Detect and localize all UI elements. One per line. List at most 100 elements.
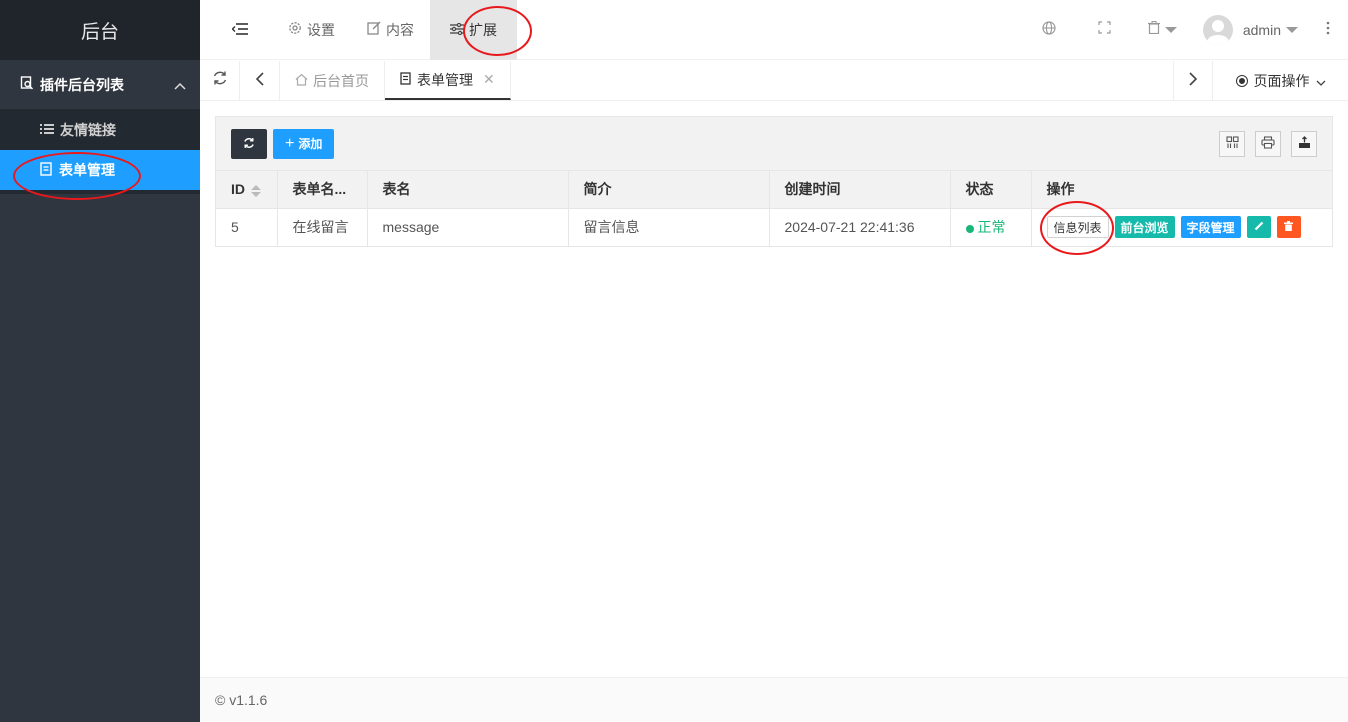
edit-button[interactable]: [1246, 216, 1271, 239]
plus-icon: +: [285, 134, 295, 152]
main-content: + 添加 ID 表单名... 表名 简介 创建时间 状态 操作 5 在线留言 m…: [200, 101, 1348, 676]
chevron-right-icon: [1188, 70, 1198, 91]
nav-content[interactable]: 内容: [351, 0, 430, 60]
more-button[interactable]: [1308, 0, 1348, 60]
sidebar: 后台 插件后台列表 友情链接 表单管理: [0, 0, 200, 722]
fullscreen-button[interactable]: [1077, 0, 1133, 60]
tab-prev-button[interactable]: [240, 61, 280, 100]
header-right: admin: [1021, 0, 1348, 60]
sort-icon[interactable]: [251, 184, 261, 197]
doc-icon: [40, 161, 53, 179]
doc-icon: [400, 71, 412, 88]
fullscreen-icon: [1098, 21, 1111, 38]
tab-next-button[interactable]: [1173, 61, 1213, 100]
cell-status: 正常: [950, 208, 1032, 246]
col-header-table-name: 表名: [367, 171, 569, 209]
version-text: © v1.1.6: [215, 692, 268, 708]
table-panel: + 添加 ID 表单名... 表名 简介 创建时间 状态 操作 5 在线留言 m…: [215, 116, 1333, 247]
col-header-id[interactable]: ID: [216, 171, 278, 209]
caret-down-icon: [1165, 26, 1178, 33]
nav-label: 设置: [307, 21, 335, 38]
page-ops-label: 页面操作: [1253, 72, 1310, 89]
sidebar-item-label: 友情链接: [60, 122, 116, 138]
nav-label: 扩展: [469, 21, 497, 38]
refresh-icon: [243, 136, 255, 152]
print-icon: [1261, 135, 1275, 152]
col-header-form-name: 表单名...: [277, 171, 368, 209]
menu-fold-icon: [231, 22, 248, 38]
close-icon[interactable]: ✕: [483, 71, 495, 88]
nav-settings[interactable]: 设置: [272, 0, 351, 60]
delete-button[interactable]: [1276, 216, 1301, 239]
refresh-icon: [212, 70, 228, 91]
home-icon: [295, 73, 308, 89]
chevron-left-icon: [255, 70, 264, 91]
list-icon: [40, 122, 54, 138]
cell-intro: 留言信息: [568, 208, 770, 246]
top-header: 设置 内容 扩展 admin: [200, 0, 1348, 60]
page-operations-dropdown[interactable]: 页面操作: [1213, 61, 1348, 100]
user-menu[interactable]: admin: [1193, 14, 1308, 45]
avatar: [1202, 14, 1233, 45]
sidebar-submenu: 友情链接 表单管理: [0, 110, 200, 194]
col-header-status: 状态: [950, 171, 1032, 209]
tabs-right: 页面操作: [1173, 61, 1348, 100]
nav-label: 内容: [386, 21, 414, 38]
add-label: 添加: [298, 137, 323, 151]
logo[interactable]: 后台: [0, 0, 200, 60]
export-icon: [1298, 135, 1311, 152]
table-row: 5 在线留言 message 留言信息 2024-07-21 22:41:36 …: [216, 208, 1332, 246]
table-toolbar: + 添加: [216, 117, 1332, 171]
export-button[interactable]: [1291, 130, 1317, 157]
edit-icon: [367, 21, 381, 38]
globe-button[interactable]: [1021, 0, 1077, 60]
col-header-intro: 简介: [568, 171, 770, 209]
chevron-up-icon: [174, 77, 186, 93]
caret-down-icon: [1286, 26, 1298, 33]
search-doc-icon: [20, 76, 34, 93]
refresh-button[interactable]: [231, 128, 267, 159]
field-management-button[interactable]: 字段管理: [1180, 216, 1241, 239]
sidebar-item-label: 表单管理: [59, 162, 115, 178]
status-dot-icon: [965, 224, 974, 233]
sidebar-group-plugins[interactable]: 插件后台列表: [0, 60, 200, 110]
trash-icon: [1148, 21, 1161, 38]
toolbar-right: [1209, 130, 1317, 157]
footer: © v1.1.6: [200, 677, 1348, 722]
cell-created: 2024-07-21 22:41:36: [769, 208, 951, 246]
col-header-created: 创建时间: [769, 171, 951, 209]
clear-cache-dropdown[interactable]: [1133, 0, 1193, 60]
username: admin: [1242, 21, 1281, 38]
cell-table-name: message: [367, 208, 569, 246]
print-button[interactable]: [1255, 130, 1281, 157]
data-table: ID 表单名... 表名 简介 创建时间 状态 操作 5 在线留言 messag…: [216, 171, 1332, 246]
info-list-button[interactable]: 信息列表: [1046, 216, 1109, 239]
refresh-tab-button[interactable]: [200, 61, 240, 100]
gear-icon: [288, 21, 302, 38]
nav-extensions[interactable]: 扩展: [430, 0, 517, 60]
tab-home[interactable]: 后台首页: [280, 61, 385, 100]
tab-bar: 后台首页 表单管理 ✕ 页面操作: [200, 61, 1348, 101]
cell-actions: 信息列表 前台浏览 字段管理: [1031, 208, 1332, 246]
sidebar-item-links[interactable]: 友情链接: [0, 110, 200, 150]
col-header-actions: 操作: [1031, 171, 1332, 209]
sliders-icon: [450, 22, 464, 38]
status-badge: 正常: [977, 219, 1006, 236]
columns-icon: [1225, 135, 1239, 152]
tab-form-management[interactable]: 表单管理 ✕: [385, 61, 511, 100]
tab-label: 表单管理: [417, 71, 473, 88]
menu-toggle-button[interactable]: [200, 0, 272, 60]
pencil-icon: [1254, 220, 1264, 234]
radio-dot-icon: [1235, 74, 1248, 87]
add-button[interactable]: + 添加: [273, 128, 335, 159]
frontend-preview-button[interactable]: 前台浏览: [1114, 216, 1175, 239]
trash-icon: [1284, 220, 1294, 234]
sidebar-item-forms[interactable]: 表单管理: [0, 150, 200, 190]
sidebar-group-label: 插件后台列表: [40, 76, 124, 93]
columns-filter-button[interactable]: [1219, 130, 1245, 157]
cell-form-name: 在线留言: [277, 208, 368, 246]
globe-icon: [1042, 20, 1056, 39]
col-header-label: ID: [231, 181, 245, 198]
more-vertical-icon: [1326, 21, 1330, 39]
tab-label: 后台首页: [313, 72, 369, 89]
